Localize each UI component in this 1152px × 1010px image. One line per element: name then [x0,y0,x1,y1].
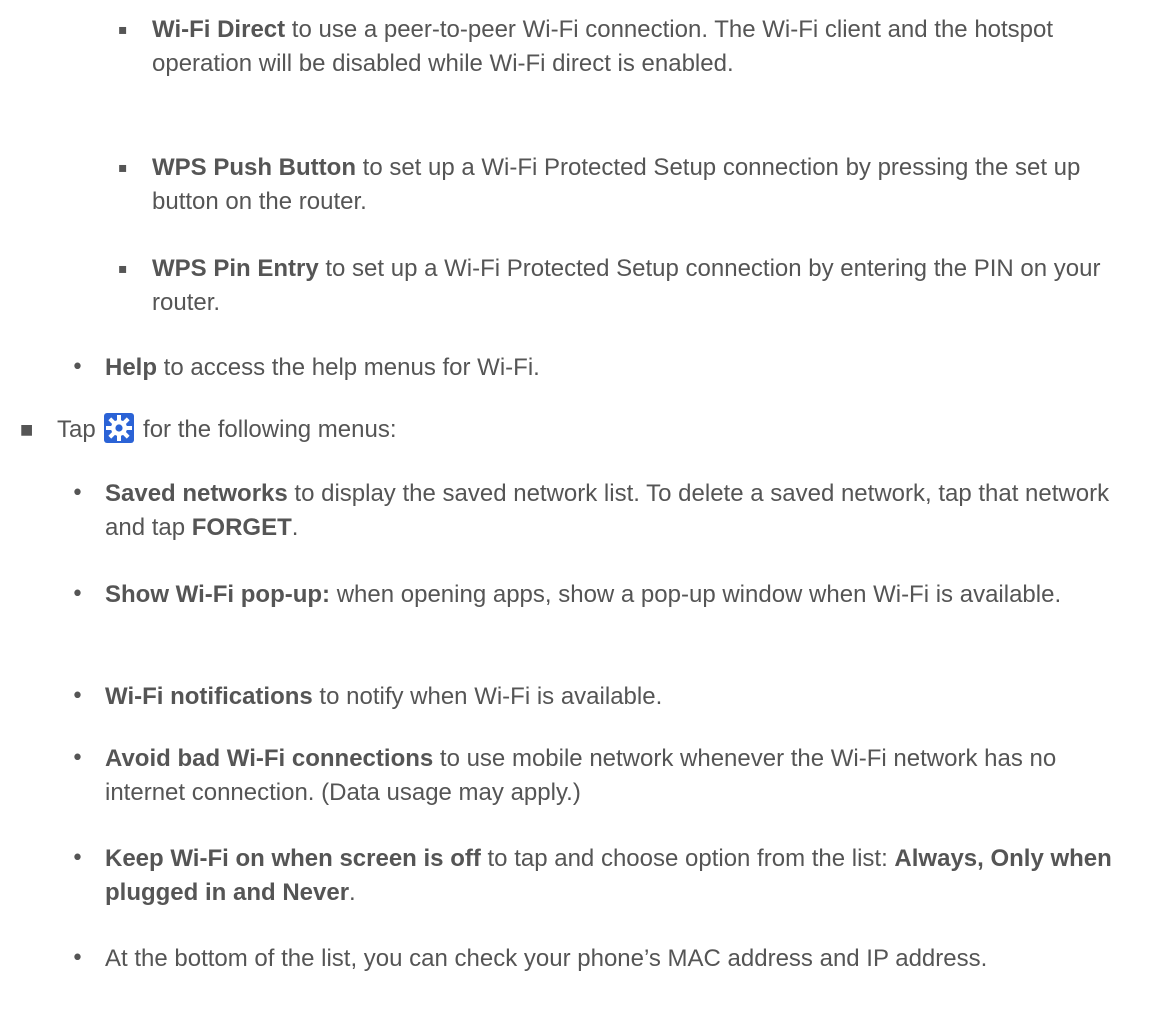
desc-mac-address: At the bottom of the list, you can check… [105,945,988,972]
term-help: Help [105,354,158,381]
round-bullet-icon: • [71,846,84,871]
desc-end: . [349,879,356,906]
settings-gear-icon [104,413,135,443]
term-saved-networks: Saved networks [105,480,288,507]
term-wps-pin-entry: WPS Pin Entry [152,255,319,282]
term-keep-wifi-on: Keep Wi-Fi on when screen is off [105,845,481,872]
term-show-wifi-popup: Show Wi-Fi pop-up: [105,581,331,608]
desc-wifi-notifications: to notify when Wi-Fi is available. [312,683,663,710]
term-wifi-direct: Wi-Fi Direct [152,16,286,43]
round-bullet-icon: • [71,684,84,709]
round-bullet-icon: • [71,582,84,607]
round-bullet-icon: • [71,481,84,506]
round-bullet-icon: • [71,946,84,971]
term-avoid-bad-wifi: Avoid bad Wi-Fi connections [105,745,434,772]
term-wifi-notifications: Wi-Fi notifications [105,683,313,710]
round-bullet-icon: • [71,746,84,771]
term-forget: FORGET [191,514,292,541]
desc-end: . [291,514,299,541]
desc-keep-wifi-on: to tap and choose option from the list: [480,845,895,872]
desc-help: to access the help menus for Wi-Fi. [157,354,540,381]
tap-before: Tap [57,416,103,443]
square-bullet-icon: ▪ [118,160,128,176]
tap-after: for the following menus: [136,416,397,443]
square-bullet-icon: ■ [20,422,34,438]
round-bullet-icon: • [71,355,84,380]
square-bullet-icon: ▪ [118,22,128,38]
desc-show-wifi-popup: when opening apps, show a pop-up window … [330,581,1062,608]
term-wps-push-button: WPS Push Button [152,154,356,181]
square-bullet-icon: ▪ [118,261,128,277]
desc-wifi-direct: to use a peer-to-peer Wi-Fi connection. … [152,16,1054,77]
